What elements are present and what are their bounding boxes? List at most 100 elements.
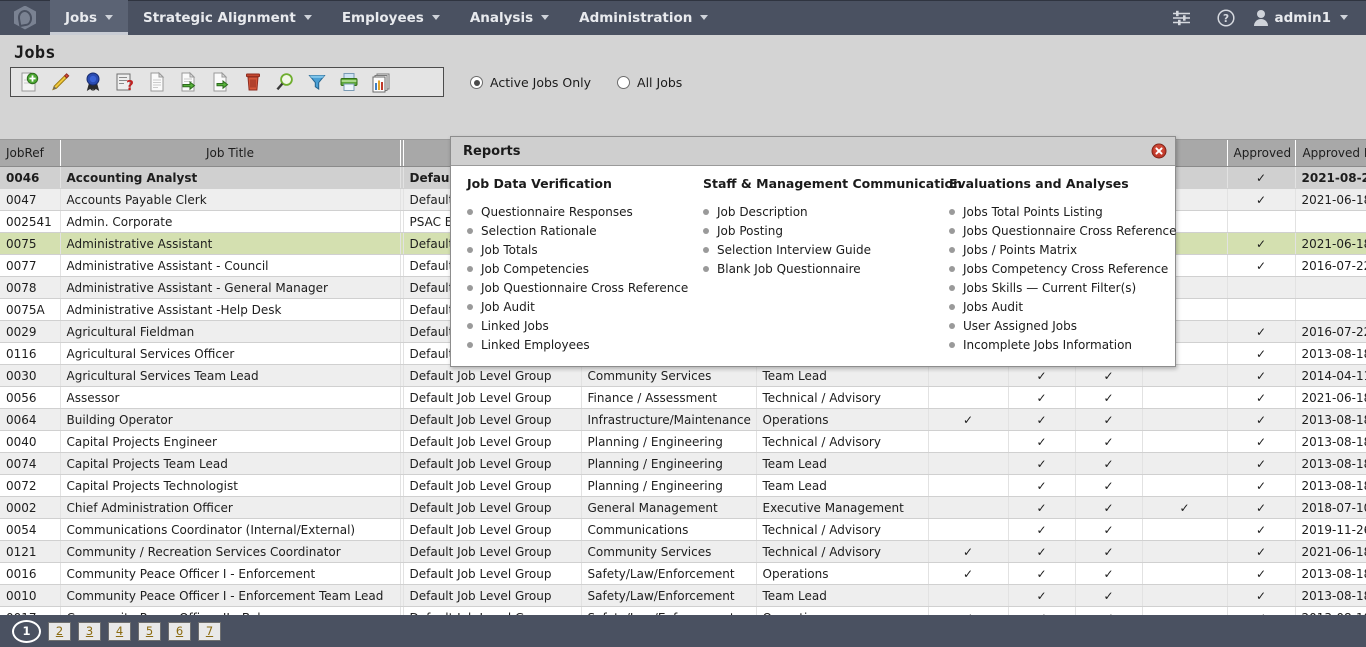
report-link-job-questionnaire-cross-reference[interactable]: Job Questionnaire Cross Reference bbox=[463, 278, 688, 297]
nav-item-analysis[interactable]: Analysis bbox=[455, 0, 564, 35]
print-button[interactable] bbox=[335, 69, 363, 95]
search-button[interactable] bbox=[271, 69, 299, 95]
report-link-linked-employees[interactable]: Linked Employees bbox=[463, 335, 687, 354]
column-header-approved[interactable]: Approved bbox=[1227, 140, 1296, 167]
nav-item-administration[interactable]: Administration bbox=[564, 0, 723, 35]
cell-approved: ✓ bbox=[1227, 342, 1296, 365]
cell-category: Technical / Advisory bbox=[756, 430, 929, 453]
radio-button[interactable] bbox=[617, 76, 631, 89]
page-button-2[interactable]: 2 bbox=[48, 621, 71, 641]
column-header-approved-date[interactable]: Approved Date bbox=[1295, 140, 1366, 167]
report-link-job-posting[interactable]: Job Posting bbox=[699, 221, 933, 240]
report-link-job-audit[interactable]: Job Audit bbox=[463, 297, 687, 316]
table-row[interactable]: 0016 Community Peace Officer I - Enforcem… bbox=[0, 562, 1366, 585]
cell-check-4: ✓ bbox=[1142, 496, 1228, 519]
question-circle-icon[interactable]: ? bbox=[1204, 0, 1248, 35]
approve-job-button[interactable] bbox=[79, 69, 107, 95]
bullet-icon bbox=[949, 341, 955, 348]
table-row[interactable]: 0072 Capital Projects Technologist Default… bbox=[0, 474, 1366, 497]
cell-approved: ✓ bbox=[1227, 254, 1296, 277]
bullet-icon bbox=[949, 208, 955, 215]
close-circle-icon[interactable] bbox=[1151, 143, 1167, 159]
radio-button[interactable] bbox=[470, 76, 483, 89]
table-row[interactable]: 0010 Community Peace Officer I - Enforcem… bbox=[0, 584, 1366, 607]
cell-jobref: 0077 bbox=[0, 254, 61, 277]
reports-button[interactable] bbox=[367, 69, 395, 95]
sliders-icon[interactable] bbox=[1160, 0, 1204, 35]
report-link-jobs-competency-cross-reference[interactable]: Jobs Competency Cross Reference bbox=[945, 259, 1175, 278]
bullet-icon bbox=[949, 322, 955, 329]
cell-check-1 bbox=[928, 386, 1009, 409]
report-link-jobs-questionnaire-cross-reference[interactable]: Jobs Questionnaire Cross Reference bbox=[945, 221, 1177, 240]
page-title: Jobs bbox=[14, 43, 56, 63]
column-header-jobref[interactable]: JobRef bbox=[0, 140, 61, 167]
page-button-6[interactable]: 6 bbox=[168, 621, 191, 641]
report-link-job-competencies[interactable]: Job Competencies bbox=[463, 259, 687, 278]
app-logo[interactable] bbox=[0, 0, 50, 35]
report-link-jobs-points-matrix[interactable]: Jobs / Points Matrix bbox=[945, 240, 1175, 259]
report-link-questionnaire-responses[interactable]: Questionnaire Responses bbox=[463, 202, 687, 221]
table-row[interactable]: 0040 Capital Projects Engineer Default Job… bbox=[0, 430, 1366, 453]
report-link-job-totals[interactable]: Job Totals bbox=[463, 240, 687, 259]
chevron-down-icon bbox=[1340, 15, 1348, 20]
table-row[interactable]: 0121 Community / Recreation Services Coor… bbox=[0, 540, 1366, 563]
page-button-1[interactable]: 1 bbox=[12, 619, 41, 643]
nav-item-label: Administration bbox=[579, 9, 693, 26]
report-link-job-description[interactable]: Job Description bbox=[699, 202, 933, 221]
cell-check-4 bbox=[1142, 540, 1228, 563]
edit-job-button[interactable] bbox=[47, 69, 75, 95]
radio-option-active-jobs-only[interactable]: Active Jobs Only bbox=[470, 75, 591, 90]
table-row[interactable]: 0064 Building Operator Default Job Level G… bbox=[0, 408, 1366, 431]
report-link-jobs-skills-current-filter-s[interactable]: Jobs Skills — Current Filter(s) bbox=[945, 278, 1175, 297]
questionnaire-button[interactable]: ? bbox=[111, 69, 139, 95]
cell-check-2: ✓ bbox=[1008, 606, 1076, 615]
report-link-linked-jobs[interactable]: Linked Jobs bbox=[463, 316, 687, 335]
report-link-label: Linked Jobs bbox=[481, 318, 549, 333]
export-job-button[interactable] bbox=[207, 69, 235, 95]
table-row[interactable]: 0002 Chief Administration Officer Default … bbox=[0, 496, 1366, 519]
cell-check-3: ✓ bbox=[1075, 430, 1143, 453]
page-button-4[interactable]: 4 bbox=[108, 621, 131, 641]
filter-button[interactable] bbox=[303, 69, 331, 95]
nav-item-jobs[interactable]: Jobs bbox=[50, 0, 128, 35]
chevron-down-icon bbox=[431, 15, 440, 20]
report-link-incomplete-jobs-information[interactable]: Incomplete Jobs Information bbox=[945, 335, 1175, 354]
cell-jobref: 0075A bbox=[0, 298, 61, 321]
page-button-7[interactable]: 7 bbox=[198, 621, 221, 641]
cell-approved-date: 2021-08-24 bbox=[1295, 166, 1366, 189]
table-row[interactable]: 0056 Assessor Default Job Level Group Finan… bbox=[0, 386, 1366, 409]
cell-jobref: 0054 bbox=[0, 518, 61, 541]
copy-job-button[interactable] bbox=[143, 69, 171, 95]
nav-item-employees[interactable]: Employees bbox=[327, 0, 455, 35]
import-job-button[interactable] bbox=[175, 69, 203, 95]
nav-item-strategic-alignment[interactable]: Strategic Alignment bbox=[128, 0, 327, 35]
table-row[interactable]: 0030 Agricultural Services Team Lead Defau… bbox=[0, 364, 1366, 387]
cell-category: Operations bbox=[756, 606, 929, 615]
cell-department: Infrastructure/Maintenance bbox=[581, 408, 757, 431]
cell-jobref: 0017 bbox=[0, 606, 61, 615]
report-link-user-assigned-jobs[interactable]: User Assigned Jobs bbox=[945, 316, 1175, 335]
cell-check-2: ✓ bbox=[1008, 496, 1076, 519]
new-job-button[interactable] bbox=[15, 69, 43, 95]
table-row[interactable]: 0054 Communications Coordinator (Internal… bbox=[0, 518, 1366, 541]
page-button-3[interactable]: 3 bbox=[78, 621, 101, 641]
cell-approved bbox=[1227, 276, 1296, 299]
table-row[interactable]: 0074 Capital Projects Team Lead Default Jo… bbox=[0, 452, 1366, 475]
report-link-jobs-total-points-listing[interactable]: Jobs Total Points Listing bbox=[945, 202, 1175, 221]
cell-approved-date: 2016-07-22 bbox=[1295, 320, 1366, 343]
report-link-blank-job-questionnaire[interactable]: Blank Job Questionnaire bbox=[699, 259, 933, 278]
page-button-5[interactable]: 5 bbox=[138, 621, 161, 641]
cell-job-title: Administrative Assistant - Council bbox=[60, 254, 401, 277]
report-link-selection-rationale[interactable]: Selection Rationale bbox=[463, 221, 687, 240]
column-header-job-title[interactable]: Job Title bbox=[60, 140, 401, 167]
table-row[interactable]: 0017Community Peace Officer II - BylawDe… bbox=[0, 606, 1366, 615]
delete-job-button[interactable] bbox=[239, 69, 267, 95]
cell-check-4 bbox=[1142, 606, 1228, 615]
user-menu[interactable]: admin1 bbox=[1248, 10, 1354, 26]
report-link-jobs-audit[interactable]: Jobs Audit bbox=[945, 297, 1175, 316]
report-link-selection-interview-guide[interactable]: Selection Interview Guide bbox=[699, 240, 933, 259]
radio-option-all-jobs[interactable]: All Jobs bbox=[617, 75, 682, 90]
cell-check-1: ✓ bbox=[928, 606, 1009, 615]
cell-check-3: ✓ bbox=[1075, 408, 1143, 431]
cell-check-2: ✓ bbox=[1008, 518, 1076, 541]
